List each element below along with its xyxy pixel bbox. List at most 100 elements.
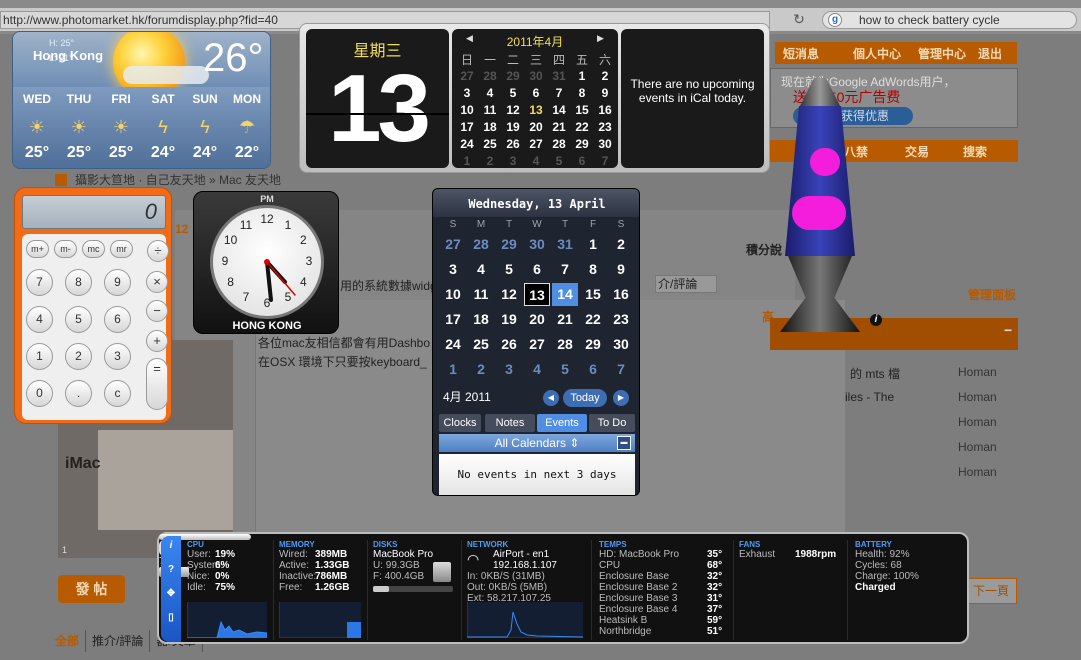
key-5[interactable]: 5 xyxy=(65,306,92,333)
calendar-day[interactable]: 30 xyxy=(525,69,547,83)
calendar-day[interactable]: 4 xyxy=(524,358,550,381)
calendar-day[interactable]: 1 xyxy=(580,233,606,256)
info-icon[interactable]: i xyxy=(161,540,181,551)
calendar-day[interactable]: 1 xyxy=(456,154,478,168)
memory-key-m-[interactable]: m- xyxy=(54,240,77,258)
memory-key-mc[interactable]: mc xyxy=(82,240,105,258)
date-widget[interactable]: 星期三 13 ◀ 2011年4月 ▶ 日一二三四五六 27 28 29 30 31 1 2 3 4… xyxy=(299,23,770,173)
collapse-icon[interactable]: − xyxy=(1004,322,1012,338)
calendar-day[interactable]: 11 xyxy=(468,283,494,306)
key-c[interactable]: c xyxy=(104,380,131,407)
calendar-day[interactable]: 18 xyxy=(468,308,494,331)
nav-search[interactable]: 搜索 xyxy=(963,143,987,160)
next-month-icon[interactable]: ▶ xyxy=(597,33,604,44)
calendar-day[interactable]: 28 xyxy=(548,137,570,151)
calendar-day[interactable]: 19 xyxy=(496,308,522,331)
device-icon[interactable]: ▯ xyxy=(161,612,181,623)
calendar-day[interactable]: 5 xyxy=(496,258,522,281)
key-0[interactable]: 0 xyxy=(26,380,53,407)
calendar-day[interactable]: 1 xyxy=(440,358,466,381)
calendar-day[interactable]: 8 xyxy=(580,258,606,281)
info-icon[interactable]: i xyxy=(870,314,882,326)
side-title-2[interactable]: iles - The xyxy=(845,390,894,404)
lava-lamp-widget[interactable]: i xyxy=(770,78,882,340)
tab-reviews[interactable]: 推介/評論 xyxy=(92,630,151,652)
calendar-day[interactable]: 3 xyxy=(496,358,522,381)
calendar-day[interactable]: 17 xyxy=(440,308,466,331)
thread-title[interactable]: 用的系統數據widg xyxy=(340,277,437,294)
calendar-day[interactable]: 27 xyxy=(525,137,547,151)
calendar-day[interactable]: 5 xyxy=(552,358,578,381)
calendar-day[interactable]: 30 xyxy=(594,137,616,151)
key-4[interactable]: 4 xyxy=(26,306,53,333)
calendar-day[interactable]: 22 xyxy=(571,120,593,134)
breadcrumb-text[interactable]: 攝影大笪地 · 自己友天地 » Mac 友天地 xyxy=(75,173,281,187)
key-3[interactable]: 3 xyxy=(104,343,131,370)
weather-widget[interactable]: H: 25° L: 21° Hong Kong 26° WED ☀ 25° THU ☀ 2… xyxy=(12,31,271,169)
calendar-day[interactable]: 7 xyxy=(552,258,578,281)
key-1[interactable]: 1 xyxy=(26,343,53,370)
key-2[interactable]: 2 xyxy=(65,343,92,370)
today-button[interactable]: Today xyxy=(563,389,607,407)
calendar-day[interactable]: 16 xyxy=(594,103,616,117)
nav-messages[interactable]: 短消息 xyxy=(783,45,819,62)
calendar-day[interactable]: 12 xyxy=(496,283,522,306)
google-icon[interactable]: g xyxy=(828,13,842,27)
calendar-day[interactable]: 10 xyxy=(456,103,478,117)
sort-select[interactable]: 介/評論 xyxy=(655,275,717,293)
author-name[interactable]: Homan xyxy=(958,390,997,404)
calendar-day[interactable]: 6 xyxy=(571,154,593,168)
tab-clocks[interactable]: Clocks xyxy=(439,414,481,432)
calendar-day[interactable]: 3 xyxy=(456,86,478,100)
calendar-day[interactable]: 22 xyxy=(580,308,606,331)
nav-admin[interactable]: 管理中心 xyxy=(918,45,966,62)
calendar-day[interactable]: 9 xyxy=(594,86,616,100)
calendar-day[interactable]: 31 xyxy=(552,233,578,256)
calendar-day[interactable]: 5 xyxy=(502,86,524,100)
calendar-day[interactable]: 11 xyxy=(479,103,501,117)
memory-key-mr[interactable]: mr xyxy=(110,240,133,258)
move-icon[interactable]: ✥ xyxy=(161,588,181,599)
multiply-key[interactable]: × xyxy=(146,271,168,293)
calendar-day[interactable]: 16 xyxy=(608,283,634,306)
manage-panel-link[interactable]: 管理面板 xyxy=(968,286,1016,303)
calendar-day[interactable]: 9 xyxy=(608,258,634,281)
prev-month-icon[interactable]: ◀ xyxy=(543,390,559,406)
calendar-day[interactable]: 18 xyxy=(479,120,501,134)
author-name[interactable]: Homan xyxy=(958,415,997,429)
calendar-day[interactable]: 19 xyxy=(502,120,524,134)
calendar-select[interactable]: All Calendars ⇕ xyxy=(439,434,635,452)
calendar-day[interactable]: 27 xyxy=(440,233,466,256)
calendar-day[interactable]: 26 xyxy=(496,333,522,356)
calendar-day[interactable]: 2 xyxy=(608,233,634,256)
calendar-day[interactable]: 29 xyxy=(571,137,593,151)
calendar-day[interactable]: 30 xyxy=(608,333,634,356)
plus-key[interactable]: + xyxy=(146,330,168,352)
calendar-day[interactable]: 7 xyxy=(594,154,616,168)
calendar-day[interactable]: 14 xyxy=(552,283,578,306)
calculator-widget[interactable]: 0 m+ m-mc mr ÷ × − + = 7 8 9 4 5 6 1 2 3 0. c xyxy=(14,187,172,424)
key-.[interactable]: . xyxy=(65,380,92,407)
calendar-day[interactable]: 15 xyxy=(571,103,593,117)
key-8[interactable]: 8 xyxy=(65,269,92,296)
calendar-day[interactable]: 17 xyxy=(456,120,478,134)
key-9[interactable]: 9 xyxy=(104,269,131,296)
calendar-day[interactable]: 27 xyxy=(524,333,550,356)
key-6[interactable]: 6 xyxy=(104,306,131,333)
calendar-day[interactable]: 6 xyxy=(524,258,550,281)
calendar-day[interactable]: 5 xyxy=(548,154,570,168)
calendar-day[interactable]: 25 xyxy=(479,137,501,151)
calendar-day[interactable]: 14 xyxy=(548,103,570,117)
calendar-day[interactable]: 23 xyxy=(608,308,634,331)
equals-key[interactable]: = xyxy=(146,358,168,410)
calendar-day[interactable]: 28 xyxy=(479,69,501,83)
calendar-day[interactable]: 24 xyxy=(456,137,478,151)
calendar-day[interactable]: 4 xyxy=(479,86,501,100)
calendar-day[interactable]: 27 xyxy=(456,69,478,83)
calendar-day[interactable]: 26 xyxy=(502,137,524,151)
calendar-list-icon[interactable]: ▬ xyxy=(617,436,631,450)
tab-events[interactable]: Events xyxy=(537,414,587,432)
calendar-day[interactable]: 4 xyxy=(525,154,547,168)
side-title-1[interactable]: 的 mts 檔 xyxy=(850,365,900,382)
tab-notes[interactable]: Notes xyxy=(485,414,535,432)
